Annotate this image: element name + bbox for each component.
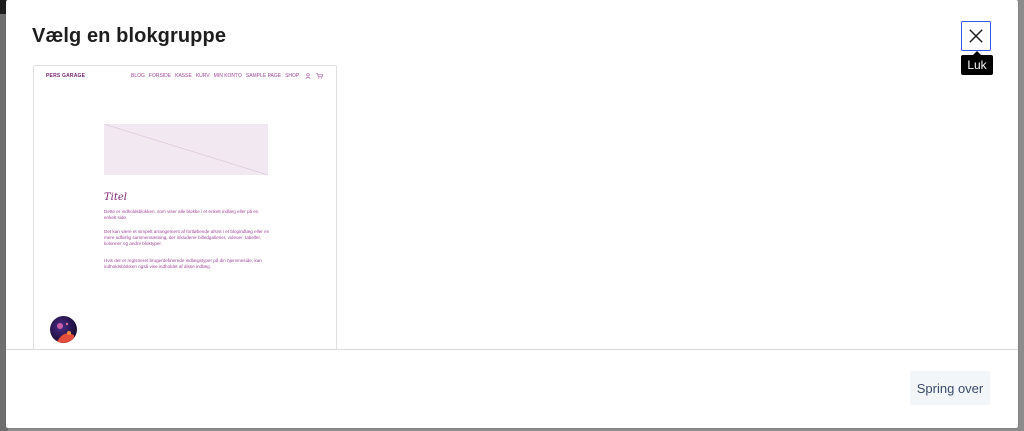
close-button[interactable] — [961, 21, 991, 51]
modal-title: Vælg en blokgruppe — [32, 25, 227, 47]
pattern-selection-modal: Vælg en blokgruppe Luk PERS GARAGE BLOG … — [6, 0, 1018, 428]
footer-divider — [6, 349, 1018, 350]
cart-icon — [316, 73, 324, 79]
preview-nav-item: MIN KONTO — [213, 73, 242, 79]
skip-button[interactable]: Spring over — [910, 371, 990, 405]
user-icon — [305, 73, 311, 79]
preview-nav-item: SHOP — [285, 73, 300, 79]
preview-nav-item: BLOG — [131, 73, 145, 79]
preview-nav-item: KURV — [195, 73, 210, 79]
preview-heading: Titel — [104, 192, 128, 203]
preview-nav-item: FORSIDE — [148, 73, 172, 79]
preview-site-title: PERS GARAGE — [46, 73, 86, 79]
close-tooltip: Luk — [961, 51, 993, 75]
preview-navigation: BLOG FORSIDE KASSE KURV MIN KONTO SAMPLE… — [131, 73, 324, 79]
preview-paragraph: Hvis der er registreret brugerdefinerede… — [104, 258, 262, 270]
preview-paragraph: Dette er indholdsblokken, som viser alle… — [104, 209, 259, 221]
preview-nav-item: KASSE — [175, 73, 192, 79]
pattern-preview-card[interactable]: PERS GARAGE BLOG FORSIDE KASSE KURV MIN … — [33, 65, 337, 350]
close-icon — [969, 29, 983, 43]
preview-image-placeholder — [104, 124, 268, 175]
preview-avatar — [50, 316, 77, 343]
preview-nav-item: SAMPLE PAGE — [245, 73, 282, 79]
preview-paragraph: Det kan være et simpelt arrangement af f… — [104, 229, 270, 247]
